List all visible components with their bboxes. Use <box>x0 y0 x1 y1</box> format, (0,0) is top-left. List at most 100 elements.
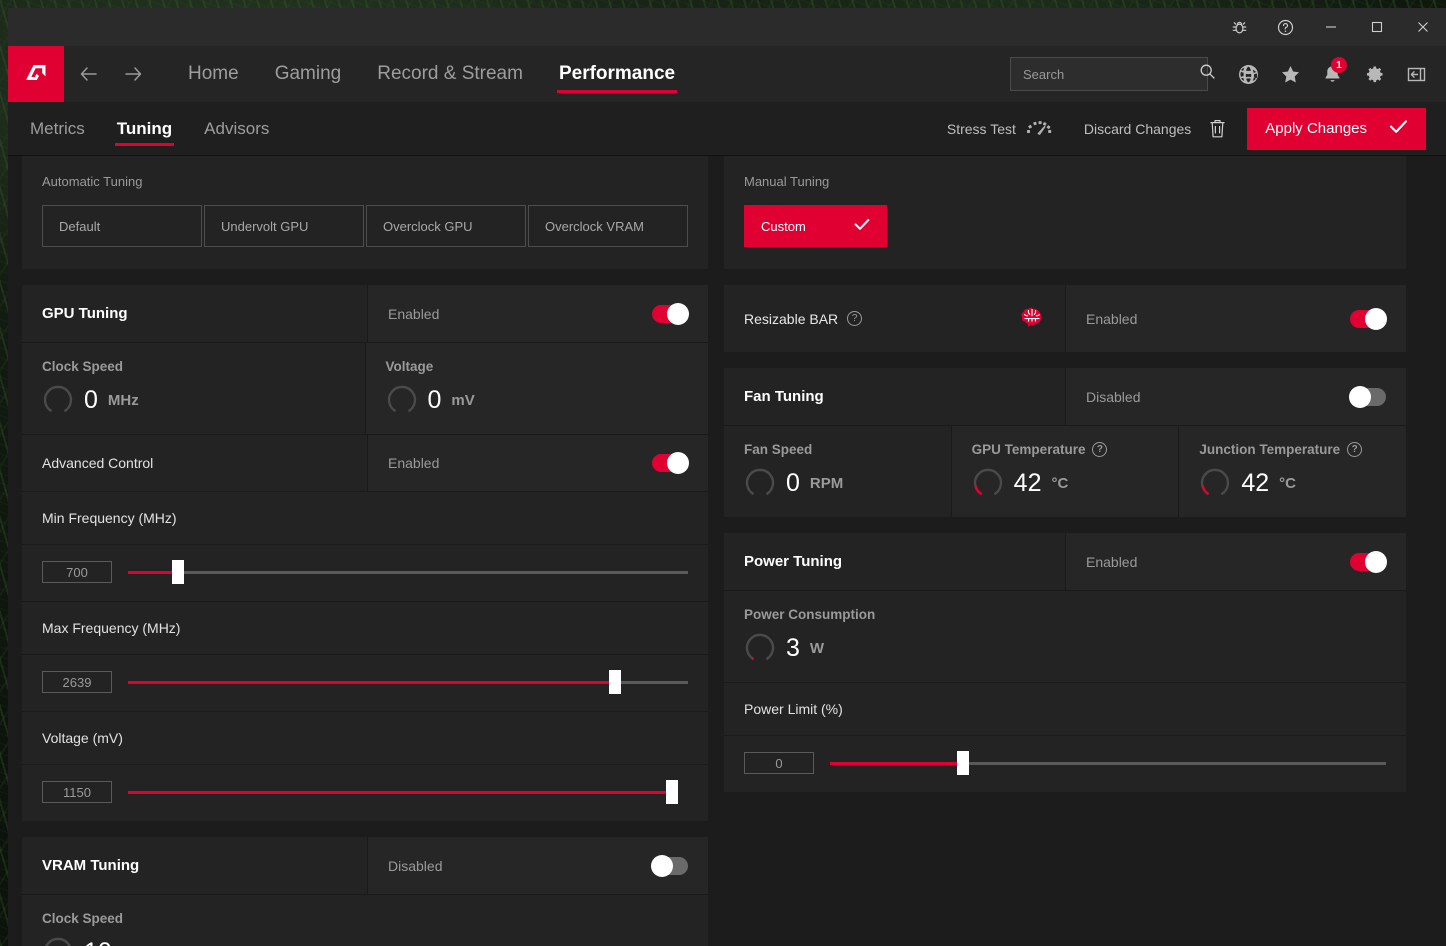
power-tuning-toggle[interactable] <box>1350 550 1387 573</box>
power-tuning-metrics: Power Consumption 3 W <box>724 591 1406 683</box>
left-column: Automatic Tuning Default Undervolt GPU O… <box>22 156 708 946</box>
amd-logo[interactable] <box>8 46 64 102</box>
fan-tuning-toggle-row: Disabled <box>1065 368 1406 425</box>
min-frequency-label: Min Frequency (MHz) <box>22 492 708 545</box>
vram-tuning-card: VRAM Tuning Disabled Clock Speed <box>22 837 708 946</box>
max-frequency-label: Max Frequency (MHz) <box>22 602 708 655</box>
forward-arrow[interactable] <box>114 55 152 93</box>
manual-tuning-presets: Custom <box>744 205 1386 247</box>
search-input[interactable] <box>1023 66 1199 82</box>
help-icon[interactable]: ? <box>1092 442 1108 457</box>
fan-tuning-card: Fan Tuning Disabled Fan Speed 0 RPM GPU … <box>724 368 1407 517</box>
nav-link-performance[interactable]: Performance <box>541 46 693 102</box>
preset-overclock-gpu[interactable]: Overclock GPU <box>366 205 526 247</box>
bell-icon[interactable]: 1 <box>1312 54 1352 94</box>
radeon-software-window: Home Gaming Record & Stream Performance <box>8 8 1446 946</box>
fan-tuning-header: Fan Tuning Disabled <box>724 368 1406 426</box>
apply-changes-label: Apply Changes <box>1265 120 1367 137</box>
max-frequency-value[interactable]: 2639 <box>42 671 112 693</box>
resizable-bar-title: Resizable BAR <box>744 310 839 327</box>
resizable-bar-title-group: Resizable BAR ? <box>724 285 1065 352</box>
stress-test-label[interactable]: Stress Test <box>937 121 1016 137</box>
preset-default[interactable]: Default <box>42 205 202 247</box>
tab-tuning[interactable]: Tuning <box>101 102 188 156</box>
power-limit-value[interactable]: 0 <box>744 752 814 774</box>
gpu-temperature-metric: GPU Temperature ? 42 °C <box>951 426 1180 517</box>
resizable-bar-header: Resizable BAR ? Enabled <box>724 285 1406 352</box>
automatic-tuning-label: Automatic Tuning <box>42 174 143 189</box>
manual-tuning-label: Manual Tuning <box>744 174 830 189</box>
tab-metrics[interactable]: Metrics <box>14 102 101 156</box>
vram-clock-speed-value: 10 <box>84 938 112 946</box>
voltage-slider-row: 1150 <box>22 765 708 821</box>
gpu-clock-speed-gauge <box>43 385 73 413</box>
min-frequency-value[interactable]: 700 <box>42 561 112 583</box>
globe-icon[interactable] <box>1228 54 1268 94</box>
vram-tuning-header: VRAM Tuning Disabled <box>22 837 708 895</box>
preset-undervolt-gpu[interactable]: Undervolt GPU <box>204 205 364 247</box>
fan-speed-metric: Fan Speed 0 RPM <box>724 426 952 517</box>
maximize-button[interactable] <box>1354 8 1400 46</box>
voltage-slider-value[interactable]: 1150 <box>42 781 112 803</box>
help-icon[interactable] <box>1262 8 1308 46</box>
gear-icon[interactable] <box>1354 54 1394 94</box>
bug-report-icon[interactable] <box>1216 8 1262 46</box>
advanced-control-toggle[interactable] <box>652 452 689 474</box>
main-navbar: Home Gaming Record & Stream Performance <box>8 46 1446 102</box>
power-tuning-title: Power Tuning <box>744 553 843 570</box>
preset-overclock-vram[interactable]: Overclock VRAM <box>528 205 688 247</box>
gpu-voltage-label: Voltage <box>385 359 434 374</box>
power-tuning-toggle-row: Enabled <box>1065 533 1406 590</box>
fan-tuning-metrics: Fan Speed 0 RPM GPU Temperature ? 42 °C … <box>724 426 1407 517</box>
vram-tuning-toggle[interactable] <box>651 854 688 877</box>
gpu-temperature-value: 42 <box>1013 468 1042 497</box>
resizable-bar-toggle[interactable] <box>1350 307 1387 330</box>
speedometer-icon[interactable] <box>1026 119 1052 139</box>
gpu-voltage-metric: Voltage 0 mV <box>365 343 708 434</box>
trash-icon[interactable] <box>1197 109 1237 149</box>
power-consumption-metric: Power Consumption 3 W <box>724 591 1406 682</box>
star-icon[interactable] <box>1270 54 1310 94</box>
window-titlebar <box>8 8 1446 46</box>
power-consumption-value: 3 <box>786 633 800 662</box>
fan-speed-label: Fan Speed <box>744 442 813 457</box>
power-tuning-card: Power Tuning Enabled Power Consumption 3… <box>724 533 1406 792</box>
nav-link-home[interactable]: Home <box>170 46 257 102</box>
power-limit-slider[interactable] <box>830 751 1386 775</box>
help-icon[interactable]: ? <box>1347 442 1363 457</box>
gpu-temperature-gauge <box>973 468 1002 496</box>
apply-changes-button[interactable]: Apply Changes <box>1247 107 1426 150</box>
max-frequency-slider-row: 2639 <box>22 655 708 712</box>
voltage-slider-label: Voltage (mV) <box>22 712 708 765</box>
fan-speed-gauge <box>745 468 775 496</box>
advanced-control-toggle-row: Enabled <box>367 435 708 491</box>
vram-tuning-state: Disabled <box>388 857 443 874</box>
minimize-button[interactable] <box>1308 8 1354 46</box>
gpu-clock-speed-unit: MHz <box>107 391 139 409</box>
fan-tuning-toggle[interactable] <box>1349 385 1386 408</box>
power-limit-slider-row: 0 <box>724 736 1406 792</box>
close-button[interactable] <box>1400 8 1446 46</box>
gpu-tuning-toggle[interactable] <box>652 302 689 325</box>
voltage-slider[interactable] <box>128 780 678 804</box>
max-frequency-slider[interactable] <box>128 670 688 694</box>
resizable-bar-state: Enabled <box>1086 310 1138 327</box>
search-box[interactable] <box>1010 57 1215 91</box>
gpu-tuning-toggle-row: Enabled <box>367 285 708 342</box>
fan-tuning-state: Disabled <box>1086 388 1141 405</box>
tab-advisors[interactable]: Advisors <box>188 102 285 156</box>
help-icon[interactable]: ? <box>847 311 863 326</box>
min-frequency-slider[interactable] <box>128 560 688 584</box>
discard-changes-label[interactable]: Discard Changes <box>1084 121 1191 137</box>
nav-link-gaming[interactable]: Gaming <box>257 46 360 102</box>
gpu-clock-speed-value: 0 <box>84 385 98 414</box>
gpu-temperature-label: GPU Temperature <box>971 442 1086 457</box>
fan-speed-value: 0 <box>786 468 800 497</box>
nav-link-record-stream[interactable]: Record & Stream <box>359 46 541 102</box>
vram-clock-speed-gauge <box>45 937 71 946</box>
collapse-panel-icon[interactable] <box>1396 54 1436 94</box>
tuning-content: Automatic Tuning Default Undervolt GPU O… <box>8 156 1446 946</box>
preset-custom[interactable]: Custom <box>744 205 887 247</box>
back-arrow[interactable] <box>70 55 108 93</box>
junction-temperature-unit: °C <box>1279 474 1296 492</box>
